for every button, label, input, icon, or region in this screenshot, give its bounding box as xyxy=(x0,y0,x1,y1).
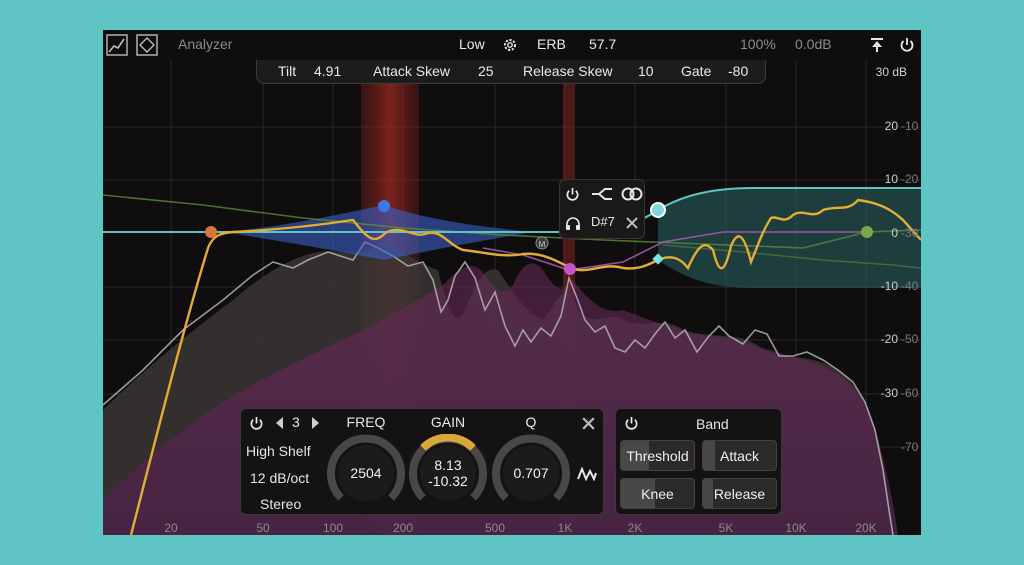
freq-label: 50 xyxy=(256,521,270,535)
db-scale-right-label: -30 xyxy=(901,226,919,240)
dynamics-power-icon[interactable] xyxy=(622,414,640,432)
threshold-label: Threshold xyxy=(626,447,689,464)
scale-value[interactable]: 57.7 xyxy=(589,36,616,52)
tilt-label: Tilt xyxy=(278,63,297,79)
db-scale-right-label: -20 xyxy=(901,172,919,186)
release-skew-label: Release Skew xyxy=(523,63,613,79)
band-node-selected-teal[interactable] xyxy=(650,202,666,218)
release-skew-value[interactable]: 10 xyxy=(638,63,654,79)
gain-dynamic-value: -10.32 xyxy=(428,473,468,489)
output-gain-value[interactable]: 0.0dB xyxy=(795,36,832,52)
next-band-chevron-right-icon[interactable] xyxy=(309,415,321,431)
db-scale-label: 10 xyxy=(884,172,898,186)
db-scale-right-label: -10 xyxy=(901,119,919,133)
freq-label: 200 xyxy=(392,521,414,535)
stereo-link-icon[interactable] xyxy=(620,185,644,203)
prev-band-chevron-left-icon[interactable] xyxy=(274,415,286,431)
db-scale-label: -20 xyxy=(880,332,898,346)
zoom-value[interactable]: 100% xyxy=(740,36,776,52)
freq-label: 5K xyxy=(718,521,734,535)
headphones-icon[interactable] xyxy=(563,214,583,232)
processing-mode[interactable]: Low xyxy=(459,36,485,52)
freq-label: 100 xyxy=(322,521,344,535)
freq-label: 20 xyxy=(164,521,178,535)
db-scale-label: -10 xyxy=(880,279,898,293)
q-knob-label: Q xyxy=(525,414,537,430)
gate-value[interactable]: -80 xyxy=(728,63,748,79)
filter-slope[interactable]: 12 dB/oct xyxy=(250,470,309,486)
analyzer-toggle-icon[interactable] xyxy=(105,33,129,57)
band-control-panel: 3 High Shelf 12 dB/oct Stereo FREQ 2504 … xyxy=(240,408,604,515)
freq-label: 2K xyxy=(627,521,643,535)
band-node-pink[interactable] xyxy=(564,263,576,275)
freq-value: 2504 xyxy=(350,465,382,481)
db-scale-right-label: -50 xyxy=(901,332,919,346)
freq-label: 10K xyxy=(785,521,807,535)
gate-label: Gate xyxy=(681,63,712,79)
band-delete-close-icon[interactable] xyxy=(623,214,641,232)
db-scale-right-label: -60 xyxy=(901,386,919,400)
eq-plugin-window: M Analyzer Low ERB 57.7 100% 0.0dB Tilt … xyxy=(103,30,921,535)
freq-knob-label: FREQ xyxy=(346,414,386,430)
freq-label: 20K xyxy=(855,521,877,535)
db-scale-label: 20 xyxy=(884,119,898,133)
dynamics-band-panel: Band Threshold Attack Knee Release xyxy=(615,408,782,515)
db-scale-label: -30 xyxy=(880,386,898,400)
top-toolbar: Analyzer Low ERB 57.7 100% 0.0dB xyxy=(103,30,921,60)
band-note: D#7 xyxy=(591,214,615,229)
dynamics-settings-bar: Tilt 4.91 Attack Skew 25 Release Skew 10… xyxy=(256,60,766,84)
release-button[interactable]: Release xyxy=(702,478,777,509)
attack-button[interactable]: Attack xyxy=(702,440,777,471)
db-scale-right-label: -40 xyxy=(901,279,919,293)
gain-knob-label: GAIN xyxy=(430,414,466,430)
freq-label: 500 xyxy=(484,521,506,535)
freq-label: 1K xyxy=(557,521,573,535)
gain-value: 8.13 xyxy=(434,457,462,473)
attack-skew-value[interactable]: 25 xyxy=(478,63,494,79)
attack-label: Attack xyxy=(720,447,759,464)
route-icon[interactable] xyxy=(590,185,614,203)
threshold-button[interactable]: Threshold xyxy=(620,440,695,471)
band-panel-power-icon[interactable] xyxy=(247,414,265,432)
spectrum-grab-icon[interactable] xyxy=(135,33,159,57)
knee-button[interactable]: Knee xyxy=(620,478,695,509)
band-node-orange[interactable] xyxy=(205,226,217,238)
db-scale-right-label: -70 xyxy=(901,440,919,454)
attack-skew-label: Attack Skew xyxy=(373,63,451,79)
band-node-blue[interactable] xyxy=(378,200,390,212)
channel-mode[interactable]: Stereo xyxy=(260,496,301,512)
band-node-popup: D#7 xyxy=(559,179,645,239)
db-scale-label: 0 xyxy=(891,226,898,240)
q-value: 0.707 xyxy=(513,465,549,481)
knee-label: Knee xyxy=(641,485,674,502)
release-label: Release xyxy=(713,485,766,502)
filter-type[interactable]: High Shelf xyxy=(246,443,311,459)
tilt-value[interactable]: 4.91 xyxy=(314,63,341,79)
power-icon[interactable] xyxy=(897,35,917,55)
band-number: 3 xyxy=(292,414,300,430)
db-scale-top: 30 dB xyxy=(875,65,907,79)
dynamic-eq-wave-icon[interactable] xyxy=(576,465,598,483)
pin-icon[interactable] xyxy=(867,35,887,55)
band-power-icon[interactable] xyxy=(563,185,581,203)
settings-gear-icon[interactable] xyxy=(501,36,519,54)
mid-marker-letter: M xyxy=(539,240,546,249)
band-panel-close-icon[interactable] xyxy=(578,413,598,433)
scale-label[interactable]: ERB xyxy=(537,36,566,52)
analyzer-label[interactable]: Analyzer xyxy=(178,36,232,52)
dynamics-title: Band xyxy=(696,416,729,432)
